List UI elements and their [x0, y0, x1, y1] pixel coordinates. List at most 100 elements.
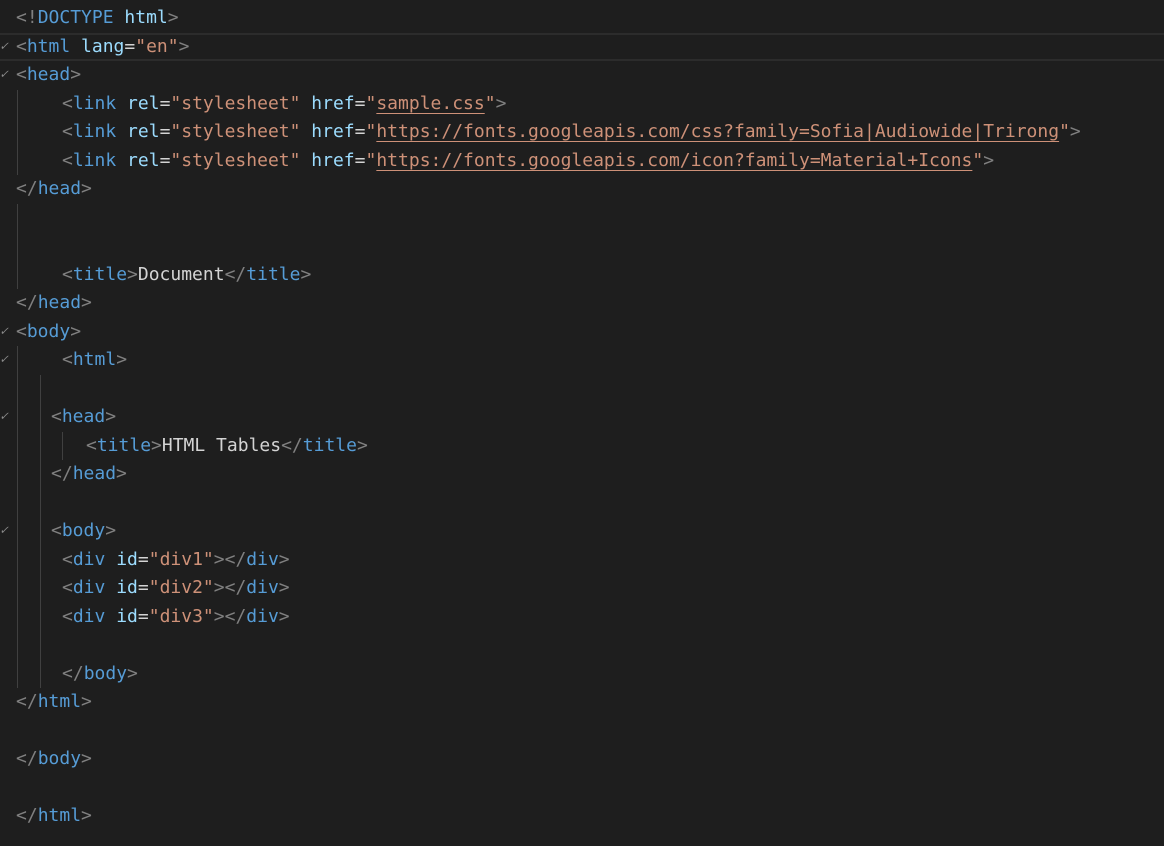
code-token: href — [311, 149, 355, 171]
code-line[interactable]: </body> — [0, 660, 1164, 689]
code-token: "en" — [135, 35, 179, 57]
code-line[interactable] — [0, 489, 1164, 518]
code-content: </body> — [16, 745, 92, 774]
fold-chevron-icon[interactable]: ✓ — [0, 318, 10, 347]
code-token: head — [37, 178, 82, 199]
code-line[interactable]: ✓ <html lang="en"> — [0, 32, 1164, 61]
code-line[interactable] — [0, 774, 1164, 803]
code-content: </body> — [62, 660, 138, 689]
code-line[interactable]: </head> — [0, 175, 1164, 204]
code-line[interactable]: <!DOCTYPE html> — [0, 4, 1164, 33]
code-token: DOCTYPE — [37, 7, 114, 28]
code-token: html — [37, 805, 82, 826]
code-line[interactable]: <div id="div3"></div> — [0, 603, 1164, 632]
code-line[interactable] — [0, 375, 1164, 404]
code-token: < — [62, 92, 73, 114]
code-token: div — [72, 577, 106, 598]
code-token: > — [81, 178, 92, 199]
code-line[interactable]: ✓ <body> — [0, 318, 1164, 347]
code-token: < — [62, 349, 73, 370]
code-token: > — [116, 463, 127, 484]
code-token: < — [62, 121, 73, 142]
code-line[interactable]: </html> — [0, 688, 1164, 717]
code-token: html — [72, 349, 117, 370]
code-token: div — [72, 605, 106, 627]
code-token: href — [311, 121, 355, 142]
link-token[interactable]: https://fonts.googleapis.com/css?family=… — [376, 121, 1059, 142]
fold-chevron-icon[interactable]: ✓ — [0, 346, 10, 375]
code-line[interactable]: </html> — [0, 802, 1164, 831]
code-token: rel — [127, 121, 160, 142]
code-content: </html> — [16, 802, 92, 831]
code-editor[interactable]: <!DOCTYPE html> ✓ <html lang="en"> ✓ <head> <… — [0, 0, 1164, 846]
code-token: = — [124, 35, 136, 57]
code-token: link — [72, 121, 117, 142]
code-line[interactable]: </head> — [0, 289, 1164, 318]
code-token: " — [365, 92, 377, 114]
code-line[interactable]: ✓ <head> — [0, 61, 1164, 90]
code-token: head — [26, 64, 71, 85]
code-token: ></ — [213, 548, 247, 570]
code-token: > — [983, 149, 995, 171]
code-line[interactable]: <title>HTML Tables</title> — [0, 432, 1164, 461]
code-token: head — [72, 463, 117, 484]
link-token[interactable]: https://fonts.googleapis.com/icon?family… — [376, 150, 972, 171]
code-token: = — [354, 92, 366, 114]
code-line[interactable]: <div id="div1"></div> — [0, 546, 1164, 575]
code-line[interactable] — [0, 631, 1164, 660]
code-token: "stylesheet" — [170, 92, 301, 114]
code-token: </ — [16, 691, 38, 712]
code-token: > — [116, 349, 128, 370]
code-content: <body> — [51, 517, 116, 546]
code-content: </head> — [16, 175, 92, 204]
code-line[interactable]: <link rel="stylesheet" href="https://fon… — [0, 147, 1164, 176]
code-token: = — [354, 121, 366, 142]
code-line[interactable] — [0, 232, 1164, 261]
code-line[interactable]: ✓ <html> — [0, 346, 1164, 375]
code-line[interactable] — [0, 717, 1164, 746]
code-token: " — [484, 92, 496, 114]
code-token: id — [116, 548, 138, 570]
code-token: > — [356, 434, 368, 456]
code-content: <html> — [62, 346, 127, 375]
code-token: title — [302, 434, 357, 456]
code-line[interactable]: </head> — [0, 460, 1164, 489]
code-token: < — [62, 605, 73, 627]
fold-chevron-icon[interactable]: ✓ — [0, 35, 10, 60]
code-line[interactable]: <link rel="stylesheet" href="https://fon… — [0, 118, 1164, 147]
link-token[interactable]: sample.css — [376, 93, 484, 114]
code-token: rel — [127, 149, 160, 171]
code-token: < — [62, 263, 73, 285]
code-line[interactable]: <link rel="stylesheet" href="sample.css"… — [0, 90, 1164, 119]
code-token: link — [72, 92, 117, 114]
code-token: title — [246, 263, 301, 285]
code-token: > — [278, 548, 290, 570]
code-token: " — [972, 149, 984, 171]
code-token: </ — [224, 263, 247, 285]
code-token: < — [16, 35, 27, 57]
fold-chevron-icon[interactable]: ✓ — [0, 61, 10, 90]
code-token: < — [86, 434, 97, 456]
fold-chevron-icon[interactable]: ✓ — [0, 517, 10, 546]
code-token: body — [61, 520, 106, 541]
code-content: <head> — [51, 403, 116, 432]
code-token: </ — [16, 292, 38, 313]
code-token: body — [37, 748, 82, 769]
fold-chevron-icon[interactable]: ✓ — [0, 403, 10, 432]
code-content: <head> — [16, 61, 81, 90]
code-token: > — [127, 263, 138, 285]
code-token: > — [70, 64, 82, 85]
code-line[interactable]: </body> — [0, 745, 1164, 774]
code-line[interactable]: <div id="div2"></div> — [0, 574, 1164, 603]
code-line[interactable]: ✓ <body> — [0, 517, 1164, 546]
code-token: > — [151, 434, 162, 456]
code-token: < — [16, 320, 27, 342]
code-line[interactable]: ✓ <head> — [0, 403, 1164, 432]
code-line[interactable]: <title>Document</title> — [0, 261, 1164, 290]
code-line[interactable] — [0, 204, 1164, 233]
